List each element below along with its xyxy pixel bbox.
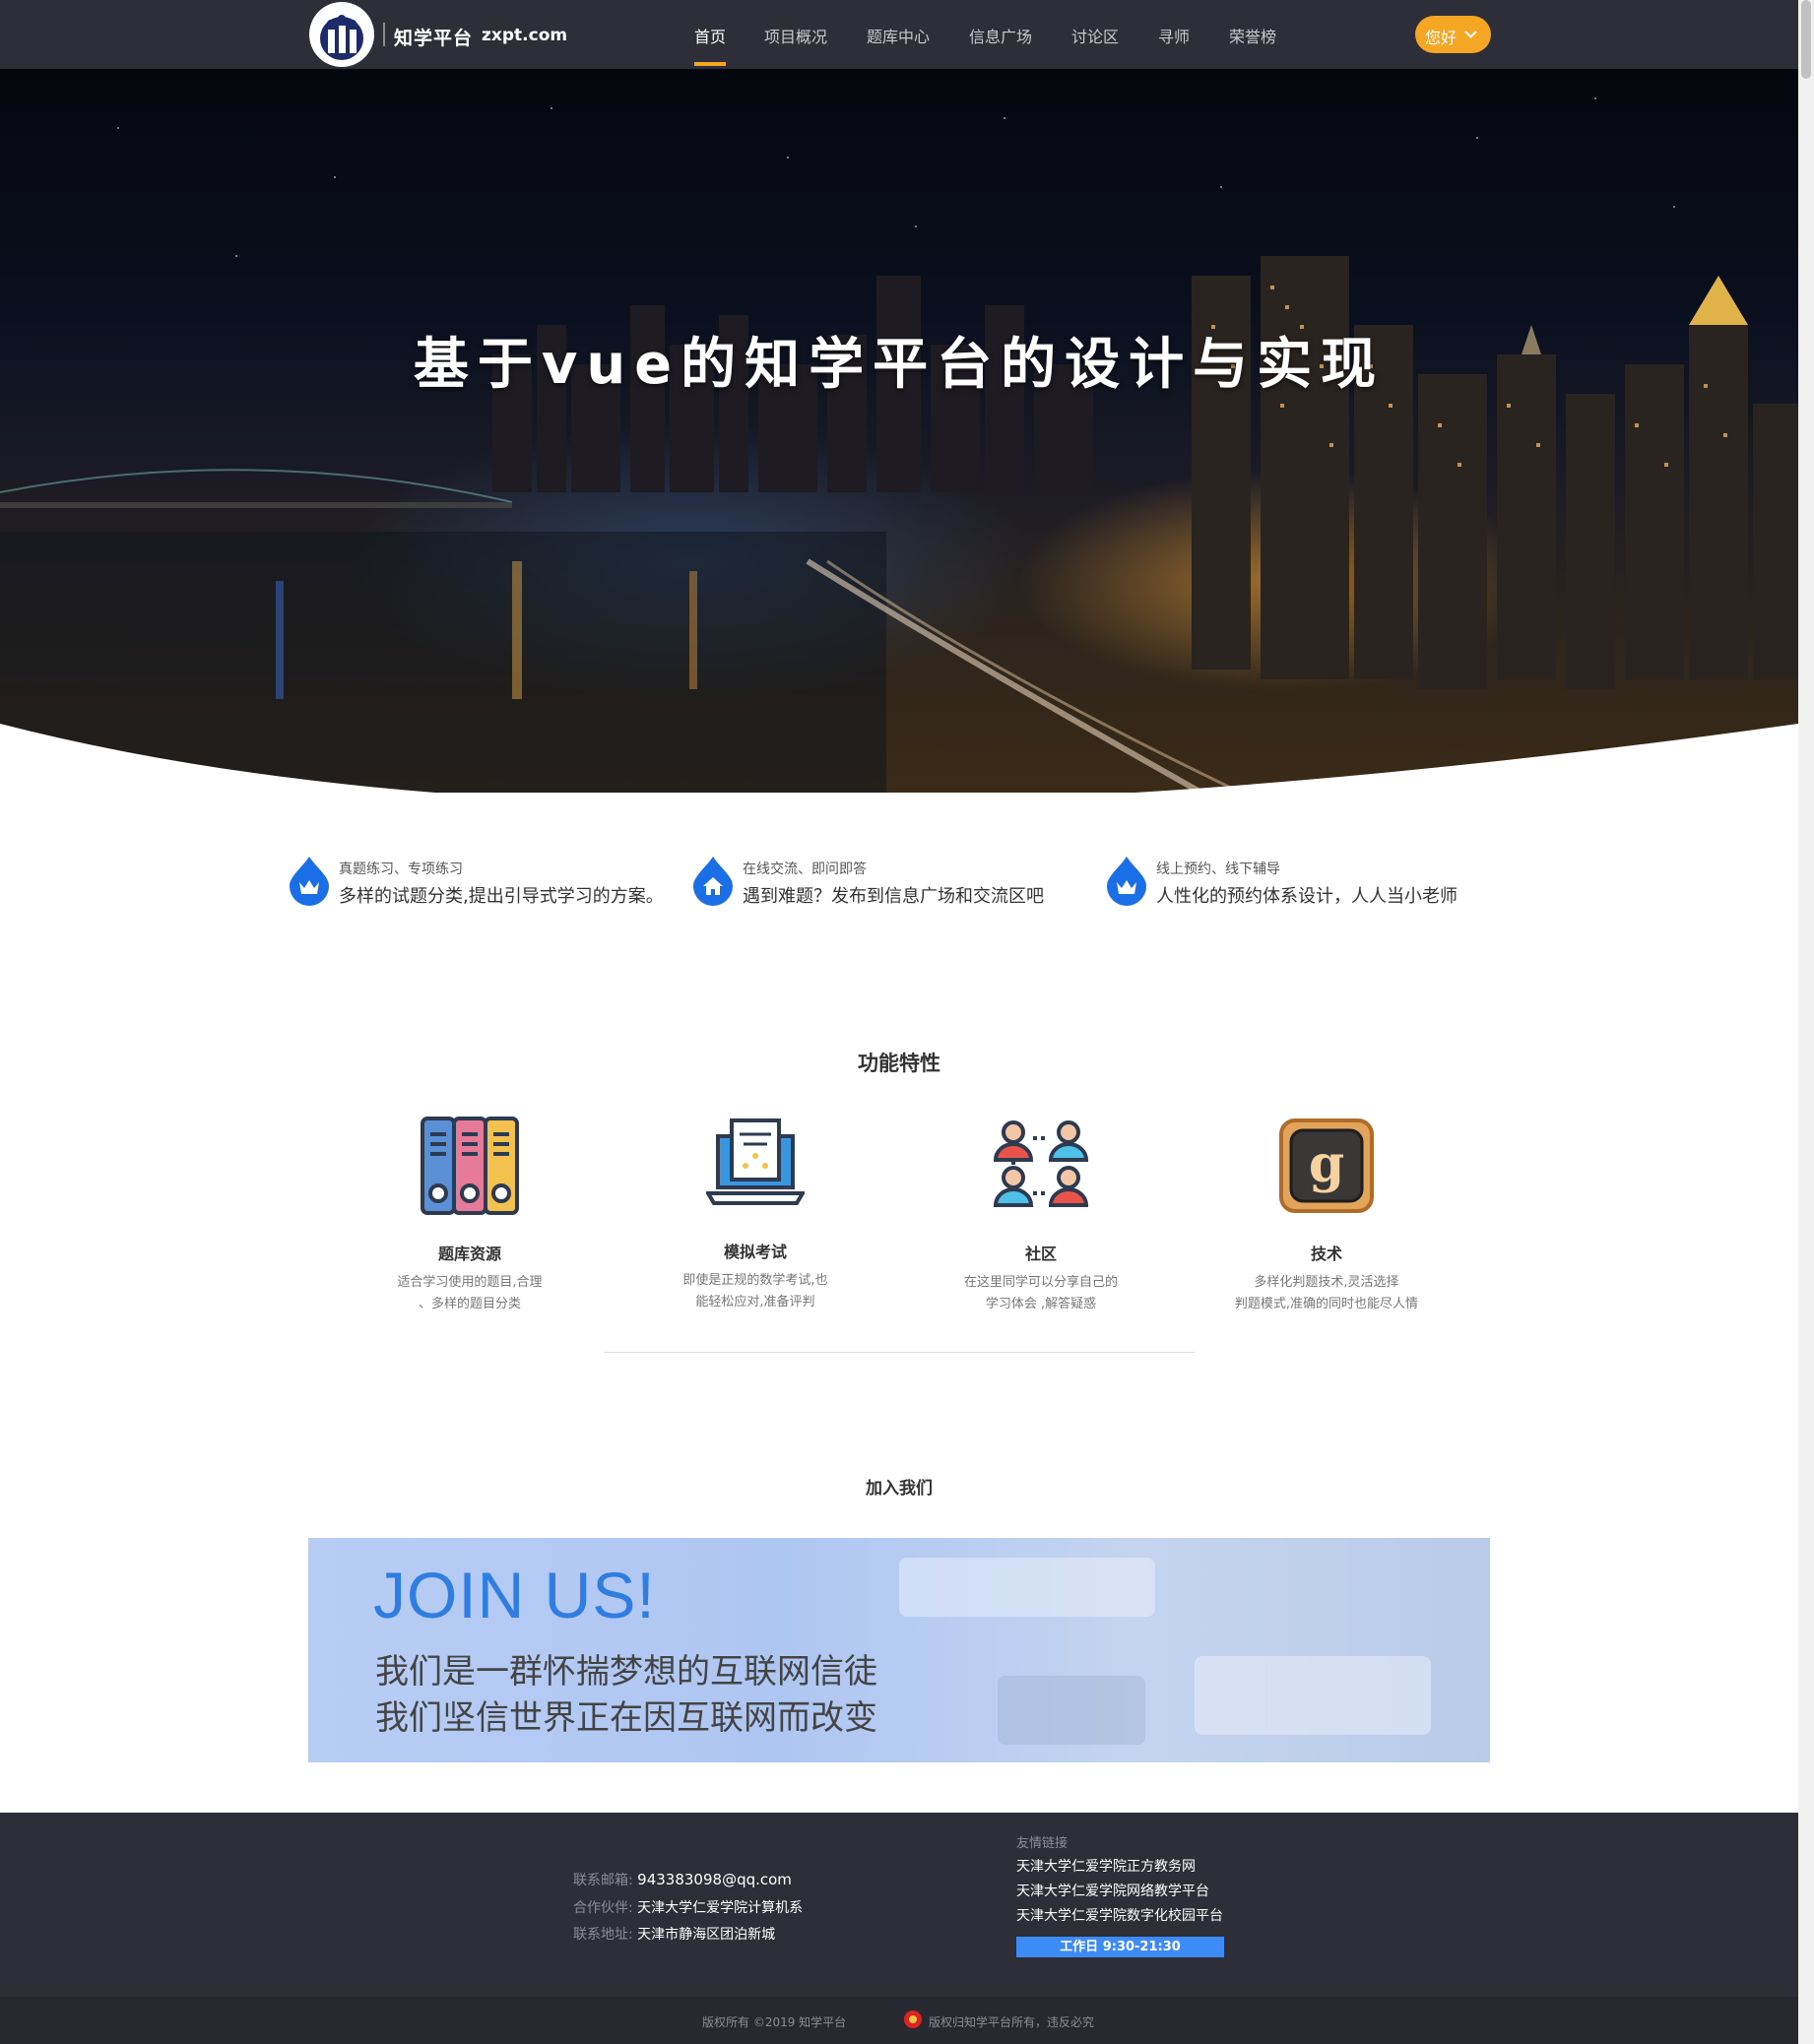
feature-card-desc-line: 学习体会 ,解答疑惑 [985, 1297, 1097, 1311]
banner-bg-shape [998, 1676, 1145, 1745]
rights-text: 版权归知学平台所有，违反必究 [929, 2015, 1095, 2029]
feature-card-desc-line: 能轻松应对,准备评判 [695, 1295, 815, 1309]
feature-card-desc-line: 判题模式,准确的同时也能尽人情 [1234, 1297, 1419, 1311]
copyright-bar: 版权所有 ©2019 知学平台 版权归知学平台所有，违反必究 [0, 1997, 1798, 2044]
footer-address: 联系地址: 天津市静海区团泊新城 [573, 1924, 775, 1944]
police-badge-icon [904, 2011, 922, 2028]
join-banner-line: 我们是一群怀揣梦想的互联网信徒 [375, 1652, 877, 1692]
feature-card-title: 模拟考试 [723, 1243, 787, 1261]
user-menu-label: 您好 [1425, 29, 1458, 47]
chevron-down-icon [1464, 26, 1477, 38]
highlight-text: 遇到难题？发布到信息广场和交流区吧 [743, 886, 1044, 907]
highlight-subtitle: 线上预约、线下辅导 [1156, 862, 1280, 877]
banner-bg-shape [1195, 1656, 1431, 1735]
footer-address-value: 天津市静海区团泊新城 [637, 1927, 776, 1943]
section-divider [604, 1352, 1195, 1353]
svg-text:g: g [1309, 1134, 1344, 1194]
footer-email-value[interactable]: 943383098@qq.com [637, 1871, 792, 1888]
working-hours-badge: 工作日 9:30-21:30 [1016, 1937, 1224, 1957]
highlight-item: 线上预约、线下辅导 人性化的预约体系设计，人人当小老师 [1105, 855, 1519, 914]
friend-links-title: 友情链接 [1016, 1836, 1069, 1851]
hero-title: 基于vue的知学平台的设计与实现 [413, 333, 1386, 397]
friend-link[interactable]: 天津大学仁爱学院网络教学平台 [1016, 1881, 1209, 1900]
footer-email: 联系邮箱: 943383098@qq.com [573, 1870, 792, 1889]
nav-item-home[interactable]: 首页 [694, 24, 726, 47]
friend-link[interactable]: 天津大学仁爱学院数字化校园平台 [1016, 1905, 1223, 1925]
highlight-item: 在线交流、即问即答 遇到难题？发布到信息广场和交流区吧 [691, 855, 1085, 914]
join-us-banner[interactable]: JOIN US! 我们是一群怀揣梦想的互联网信徒 我们坚信世界正在因互联网而改变 [308, 1538, 1490, 1762]
nav-item-info-square[interactable]: 信息广场 [969, 24, 1032, 47]
logo-icon[interactable] [309, 2, 374, 67]
hero-banner: 基于vue的知学平台的设计与实现 [0, 69, 1798, 793]
brand-name[interactable]: 知学平台 [394, 24, 473, 50]
feature-card-desc-line: 、多样的题目分类 [418, 1297, 521, 1311]
feature-card-title: 社区 [1024, 1245, 1057, 1263]
brand-domain: zxpt.com [482, 26, 568, 45]
highlight-item: 真题练习、专项练习 多样的试题分类,提出引导式学习的方案。 [288, 855, 681, 914]
feature-card-desc-line: 即使是正规的数学考试,也 [682, 1273, 828, 1288]
join-banner-headline: JOIN US! [373, 1559, 656, 1631]
footer-partner-label: 合作伙伴: [573, 1900, 633, 1916]
feature-card-title: 技术 [1310, 1245, 1342, 1263]
crown-drop-icon [1107, 857, 1146, 906]
community-icon [993, 1120, 1089, 1207]
highlight-subtitle: 真题练习、专项练习 [339, 862, 463, 877]
footer-partner: 合作伙伴: 天津大学仁爱学院计算机系 [573, 1897, 803, 1917]
feature-card-desc: 即使是正规的数学考试,也 能轻松应对,准备评判 [657, 1270, 854, 1313]
crown-drop-icon [290, 857, 329, 906]
user-menu-button[interactable]: 您好 [1415, 16, 1491, 53]
feature-card-desc: 适合学习使用的题目,合理 、多样的题目分类 [371, 1272, 568, 1315]
nav-item-overview[interactable]: 项目概况 [764, 24, 827, 47]
features-title: 功能特性 [858, 1052, 940, 1075]
footer-address-label: 联系地址: [573, 1927, 633, 1943]
nav-item-find-tutor[interactable]: 寻师 [1158, 24, 1190, 47]
laptop-exam-icon [706, 1118, 805, 1205]
feature-card-desc-line: 多样化判题技术,灵活选择 [1254, 1275, 1399, 1290]
nav-item-discussion[interactable]: 讨论区 [1071, 24, 1119, 47]
footer: 联系邮箱: 943383098@qq.com 合作伙伴: 天津大学仁爱学院计算机… [0, 1813, 1798, 1997]
nav-item-honor-board[interactable]: 荣誉榜 [1229, 24, 1276, 47]
feature-card-desc-line: 在这里同学可以分享自己的 [963, 1275, 1118, 1290]
footer-partner-value: 天津大学仁爱学院计算机系 [637, 1900, 804, 1916]
tech-g-icon: g [1279, 1118, 1374, 1213]
house-drop-icon [693, 857, 733, 906]
highlight-subtitle: 在线交流、即问即答 [743, 862, 867, 877]
join-banner-line: 我们坚信世界正在因互联网而改变 [375, 1698, 877, 1738]
nav-item-question-bank[interactable]: 题库中心 [867, 24, 930, 47]
join-title: 加入我们 [866, 1479, 933, 1499]
highlight-text: 人性化的预约体系设计，人人当小老师 [1156, 886, 1458, 907]
banner-bg-shape [899, 1558, 1155, 1617]
highlight-text: 多样的试题分类,提出引导式学习的方案。 [339, 886, 664, 907]
binders-icon [421, 1117, 519, 1215]
active-nav-indicator [694, 62, 726, 66]
feature-card-title: 题库资源 [437, 1245, 501, 1263]
footer-email-label: 联系邮箱: [573, 1873, 633, 1888]
top-navbar: 知学平台 zxpt.com 首页 项目概况 题库中心 信息广场 讨论区 寻师 荣… [0, 0, 1798, 69]
feature-card-desc-line: 适合学习使用的题目,合理 [397, 1275, 543, 1290]
copyright-text: 版权所有 ©2019 知学平台 [702, 2015, 847, 2029]
scrollbar-thumb[interactable] [1801, 0, 1811, 79]
city-night-skyline [0, 97, 1798, 793]
friend-link[interactable]: 天津大学仁爱学院正方教务网 [1016, 1856, 1196, 1876]
feature-card-desc: 多样化判题技术,灵活选择 判题模式,准确的同时也能尽人情 [1228, 1272, 1425, 1315]
logo-separator [383, 23, 385, 46]
feature-card-desc: 在这里同学可以分享自己的 学习体会 ,解答疑惑 [942, 1272, 1139, 1315]
page-scrollbar[interactable] [1798, 0, 1814, 2044]
